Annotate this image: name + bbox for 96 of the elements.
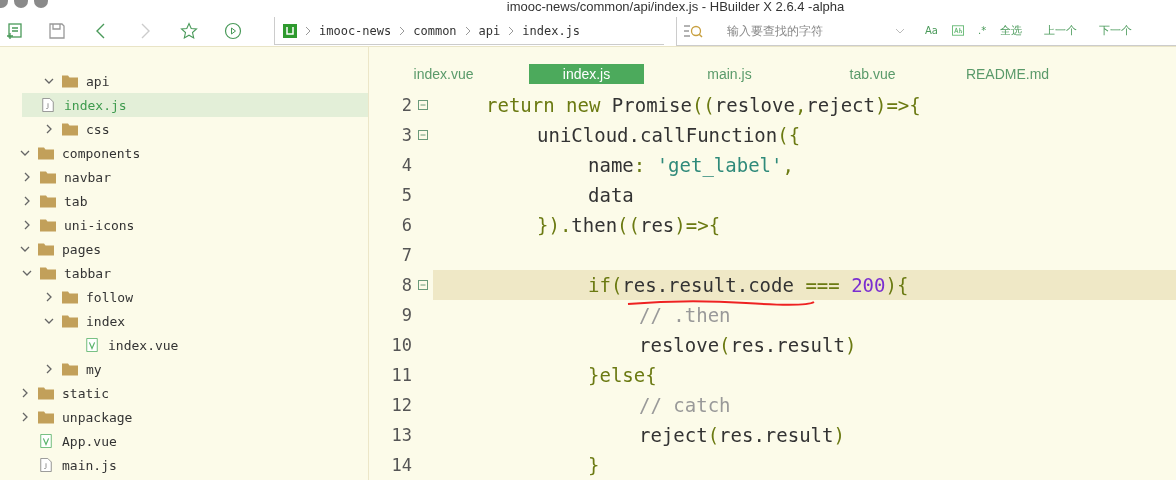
line-number: 9 <box>400 305 412 325</box>
folder-icon <box>62 314 78 328</box>
search-icon[interactable] <box>683 22 705 39</box>
window-title: imooc-news/common/api/index.js - HBuilder X 2.6.4 -alpha <box>506 0 845 14</box>
line-number: 10 <box>390 335 412 355</box>
folder-icon <box>40 266 56 280</box>
code-line: // catch <box>639 394 731 416</box>
fold-icon[interactable] <box>417 280 428 290</box>
search-action-button[interactable]: 上一个 <box>1044 23 1078 38</box>
tree-item[interactable]: main.js <box>0 453 368 477</box>
star-icon[interactable] <box>180 22 198 40</box>
folder-icon <box>62 362 78 376</box>
folder-icon <box>38 146 54 160</box>
save-icon[interactable] <box>48 22 66 40</box>
code-line: }else{ <box>588 364 657 386</box>
fold-icon[interactable] <box>417 130 428 140</box>
folder-icon <box>62 290 78 304</box>
tree-item[interactable]: App.vue <box>0 429 368 453</box>
chevron-down-icon[interactable] <box>22 268 32 278</box>
run-icon[interactable] <box>224 22 242 40</box>
tree-item[interactable]: static <box>0 381 368 405</box>
chevron-right-icon[interactable] <box>44 364 54 374</box>
new-file-icon[interactable] <box>6 22 24 40</box>
folder-icon <box>38 410 54 424</box>
code-line: data <box>588 184 634 206</box>
tree-item[interactable]: tab <box>22 189 368 213</box>
folder-icon <box>38 242 54 256</box>
separator-icon <box>508 25 515 36</box>
tree-item[interactable]: unpackage <box>0 405 368 429</box>
line-number: 11 <box>390 365 412 385</box>
folder-icon <box>40 218 56 232</box>
tree-item[interactable]: pages <box>0 237 368 261</box>
breadcrumb-item[interactable]: common <box>413 23 457 38</box>
project-logo-icon <box>283 23 297 38</box>
breadcrumb-item[interactable]: index.js <box>522 23 581 38</box>
chevron-right-icon[interactable] <box>20 412 30 422</box>
line-number: 7 <box>400 245 412 265</box>
code-line: uniCloud.callFunction({ <box>537 124 801 146</box>
separator-icon <box>305 25 311 36</box>
folder-icon <box>62 122 78 136</box>
code-line: name: 'get_label', <box>588 154 794 176</box>
chevron-down-icon[interactable] <box>20 244 30 254</box>
code-line: }).then((res)=>{ <box>537 214 721 236</box>
code-line: } <box>588 454 600 476</box>
chevron-right-icon[interactable] <box>22 220 32 230</box>
line-number: 14 <box>390 455 412 475</box>
tree-item[interactable]: follow <box>44 285 368 309</box>
folder-icon <box>62 74 78 88</box>
separator-icon <box>464 25 471 36</box>
line-number: 6 <box>400 215 412 235</box>
search-action-button[interactable]: 全选 <box>1000 23 1023 38</box>
code-line: reject(res.result) <box>639 424 845 446</box>
chevron-down-icon[interactable] <box>20 148 30 158</box>
tree-item[interactable]: api <box>0 69 368 93</box>
match-case-toggle[interactable]: Aa <box>925 25 938 36</box>
tree-item[interactable]: tabbar <box>22 261 368 285</box>
file-icon <box>40 98 56 112</box>
code-line: if(res.result.code === 200){ <box>588 274 909 296</box>
chevron-right-icon[interactable] <box>44 292 54 302</box>
tree-item[interactable]: index <box>44 309 368 333</box>
fold-icon[interactable] <box>417 100 428 110</box>
tree-item[interactable]: components <box>0 141 368 165</box>
breadcrumb-item[interactable]: api <box>478 23 501 38</box>
whole-word-icon[interactable] <box>951 25 964 36</box>
line-number: 5 <box>400 185 412 205</box>
breadcrumb-item[interactable]: imooc-news <box>319 23 392 38</box>
folder-icon <box>40 170 56 184</box>
line-number: 13 <box>390 425 412 445</box>
file-icon <box>38 458 54 472</box>
search-action-button[interactable]: 下一个 <box>1099 23 1133 38</box>
tree-item[interactable]: my <box>44 357 368 381</box>
code-line: return new Promise((reslove,reject)=>{ <box>486 94 921 116</box>
chevron-right-icon[interactable] <box>22 196 32 206</box>
chevron-down-icon[interactable] <box>44 76 54 86</box>
tree-item[interactable]: navbar <box>22 165 368 189</box>
search-field[interactable]: 输入要查找的字符 <box>725 22 879 39</box>
chevron-right-icon[interactable] <box>44 124 54 134</box>
chevron-right-icon[interactable] <box>20 388 30 398</box>
vue-file-icon <box>84 338 100 352</box>
folder-icon <box>38 386 54 400</box>
line-number: 12 <box>390 395 412 415</box>
chevron-right-icon[interactable] <box>22 172 32 182</box>
regex-toggle[interactable]: .* <box>977 25 987 36</box>
tree-item[interactable]: uni-icons <box>22 213 368 237</box>
vue-file-icon <box>38 434 54 448</box>
line-number: 3 <box>400 125 412 145</box>
code-line: reslove(res.result) <box>639 334 857 356</box>
line-number: 4 <box>400 155 412 175</box>
tree-item[interactable]: index.vue <box>66 333 368 357</box>
separator-icon <box>399 25 406 36</box>
dropdown-icon[interactable] <box>895 27 905 34</box>
line-number: 2 <box>400 95 412 115</box>
chevron-down-icon[interactable] <box>44 316 54 326</box>
folder-icon <box>40 194 56 208</box>
tree-item[interactable]: css <box>0 117 368 141</box>
code-line: // .then <box>639 304 731 326</box>
